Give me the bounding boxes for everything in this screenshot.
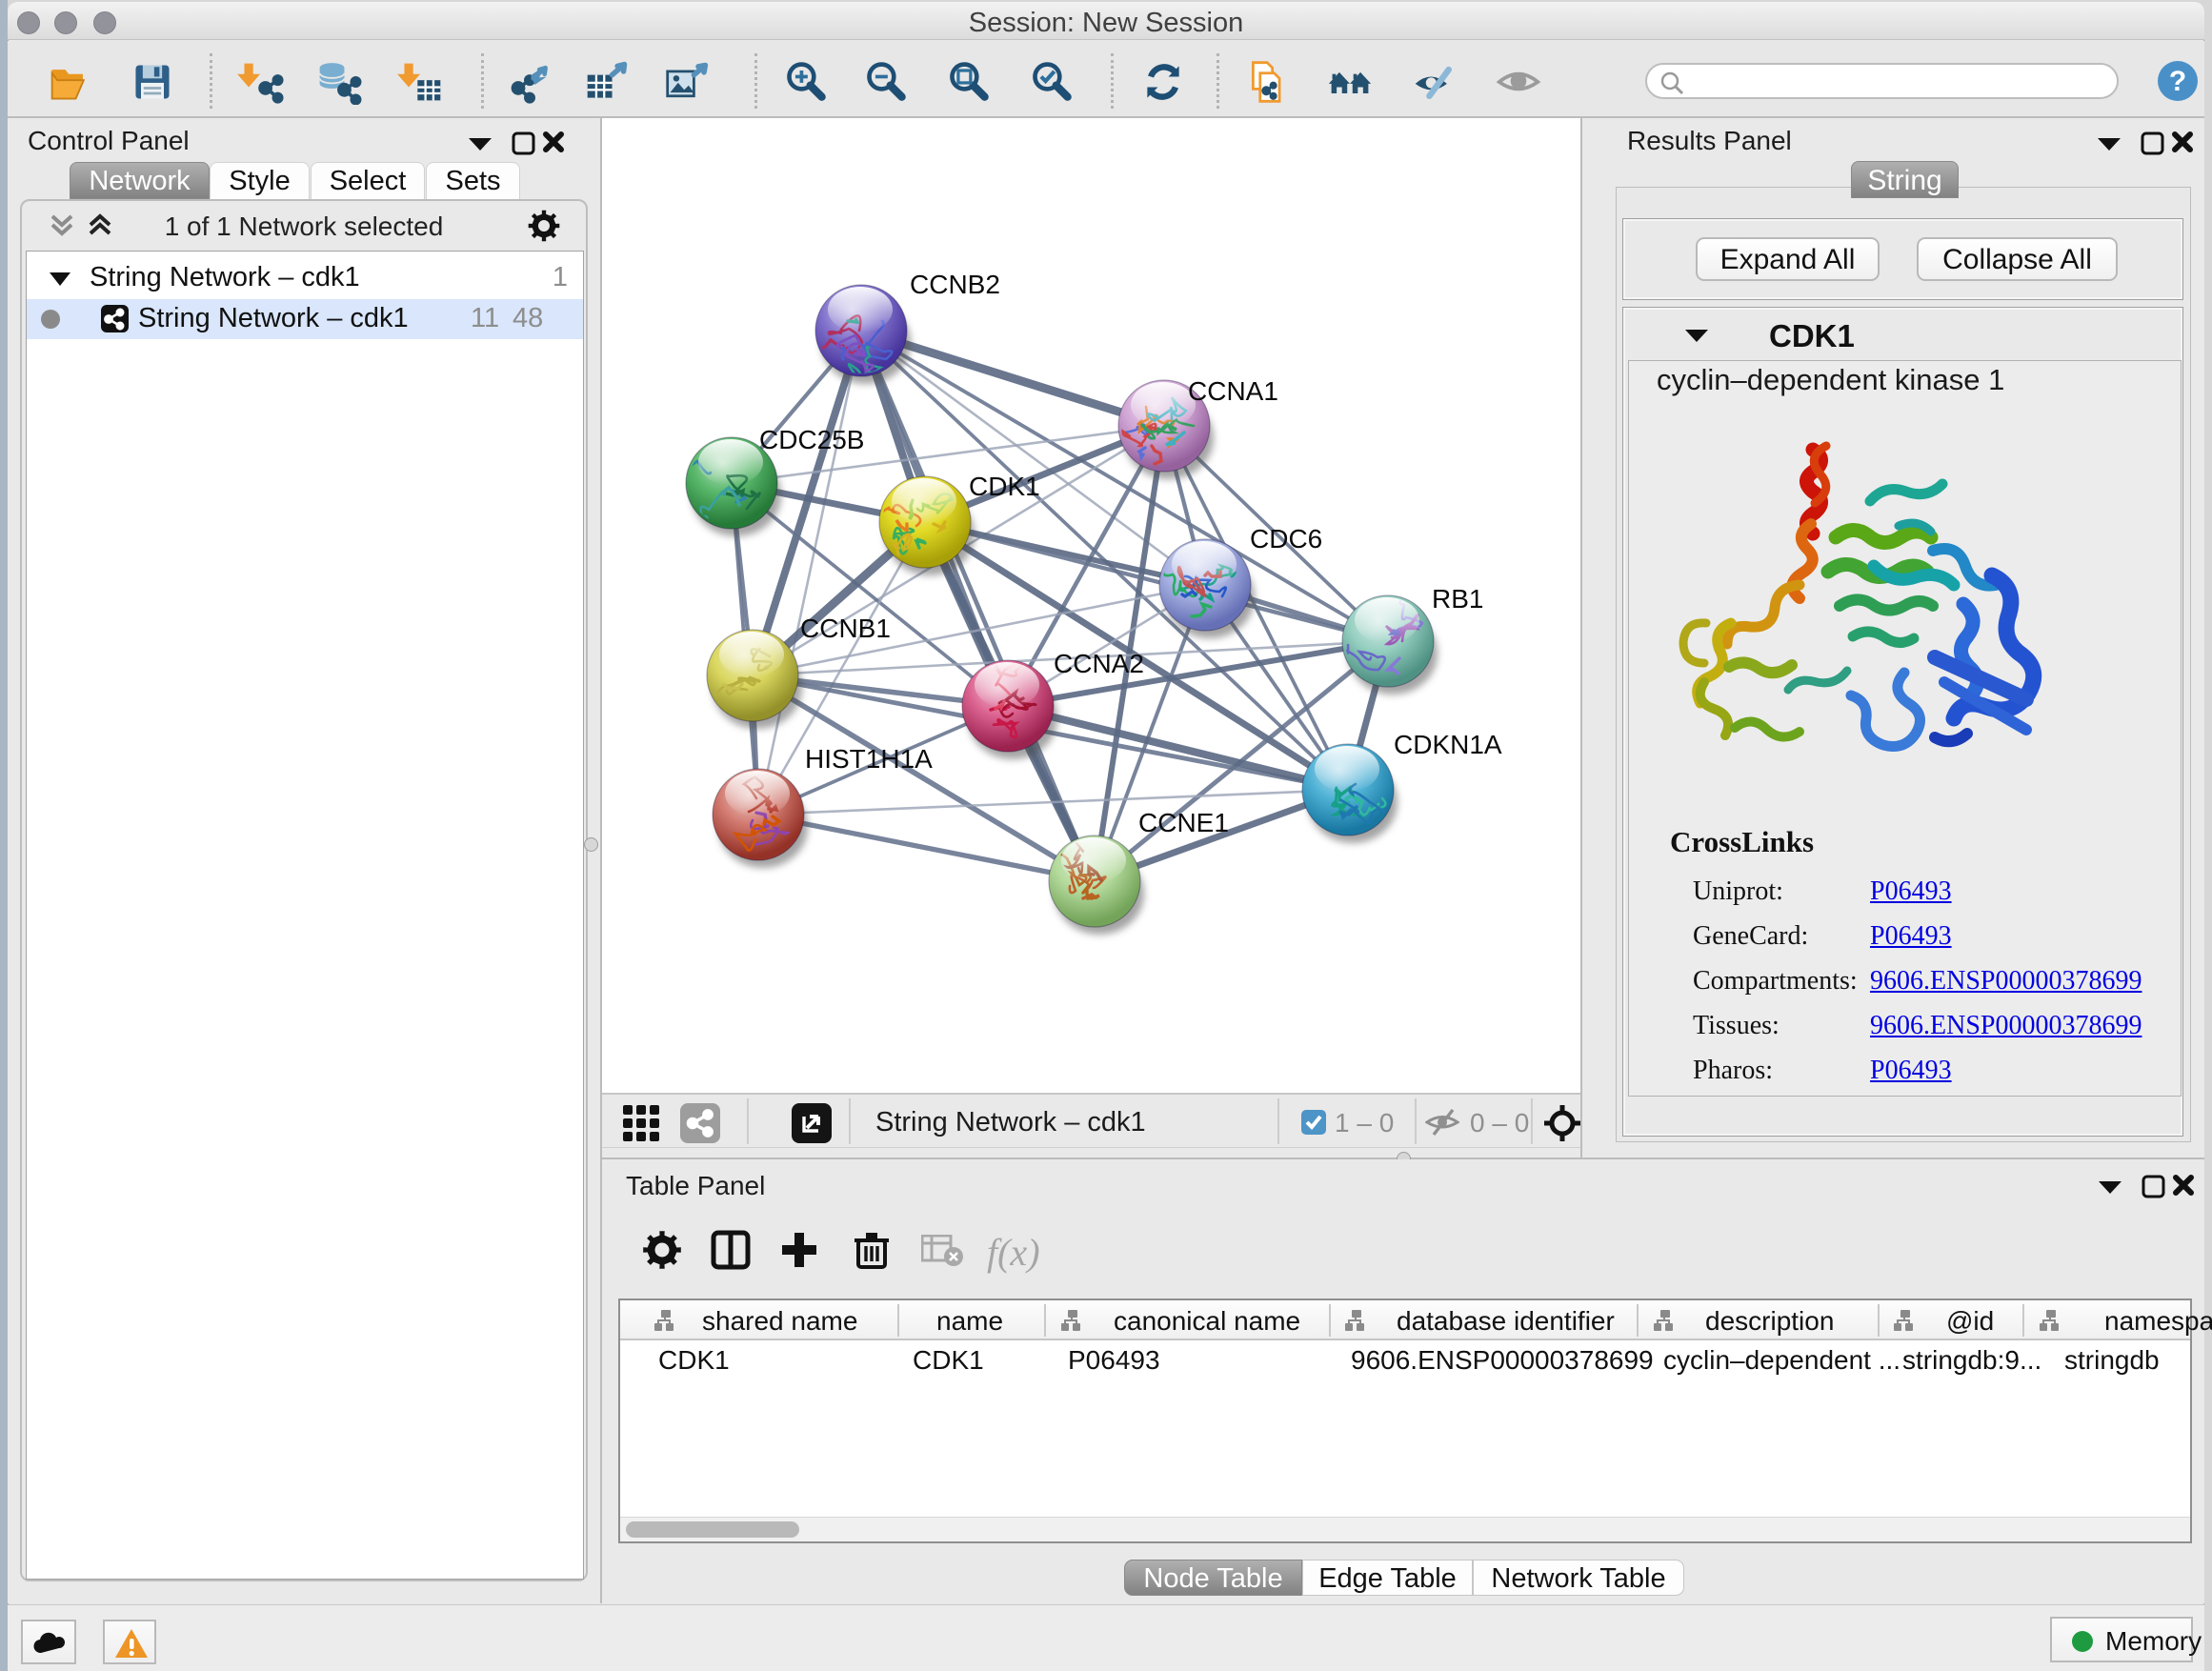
svg-text:CDK1: CDK1	[969, 472, 1040, 501]
svg-text:CCNB2: CCNB2	[910, 270, 1000, 299]
svg-text:CCNA1: CCNA1	[1188, 376, 1278, 406]
svg-text:?: ?	[2169, 66, 2186, 97]
svg-text:CCNB1: CCNB1	[800, 614, 891, 643]
svg-text:CCNE1: CCNE1	[1138, 808, 1229, 837]
svg-text:CDC25B: CDC25B	[759, 425, 864, 454]
svg-text:CDC6: CDC6	[1250, 524, 1322, 554]
svg-text:CCNA2: CCNA2	[1054, 649, 1144, 678]
svg-text:RB1: RB1	[1432, 584, 1483, 614]
svg-text:HIST1H1A: HIST1H1A	[805, 744, 933, 774]
svg-text:CDKN1A: CDKN1A	[1394, 730, 1502, 759]
